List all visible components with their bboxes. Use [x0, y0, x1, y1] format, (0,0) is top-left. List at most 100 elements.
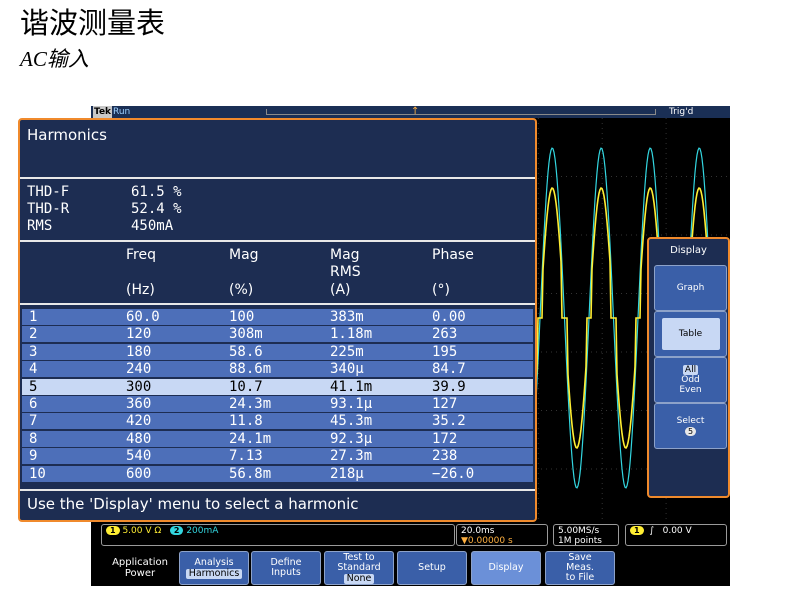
cell-freq: 480: [126, 430, 152, 447]
brand-label: Tek: [93, 106, 113, 118]
channel-readout[interactable]: 1 5.00 V Ω 2 200mA: [101, 524, 455, 546]
divider: [20, 177, 535, 179]
summary-value: 450mA: [131, 218, 174, 234]
cell-phase: 172: [432, 430, 458, 447]
cell-phase: 195: [432, 343, 458, 360]
cell-mag: 24.1m: [229, 430, 272, 447]
table-row[interactable]: 9 540 7.13 27.3m 238: [22, 448, 533, 465]
ch2-badge: 2: [169, 526, 184, 535]
trigger-position-icon: ↑: [411, 106, 420, 117]
cell-index: 7: [29, 413, 38, 430]
col-phase-label: Phase: [432, 247, 474, 263]
acquisition-readout[interactable]: 5.00MS/s 1M points: [553, 524, 619, 546]
record-position-bar: [266, 109, 656, 115]
page-title: 谐波测量表: [20, 6, 166, 40]
timebase-readout[interactable]: 20.0ms ▼0.00000 s: [456, 524, 548, 546]
test-to-standard-button[interactable]: Test to Standard None: [324, 551, 394, 585]
cell-phase: 263: [432, 326, 458, 343]
cell-mag-rms: 383m: [330, 309, 364, 325]
cell-freq: 540: [126, 448, 152, 465]
filter-odd-option: Odd: [681, 375, 700, 385]
cell-mag-rms: 225m: [330, 343, 364, 360]
summary-value: 61.5 %: [131, 184, 182, 200]
table-row[interactable]: 8 480 24.1m 92.3µ 172: [22, 430, 533, 447]
analysis-value: Harmonics: [185, 568, 243, 579]
divider: [20, 303, 535, 305]
run-state: Run: [113, 107, 131, 117]
table-row[interactable]: 2 120 308m 1.18m 263: [22, 326, 533, 343]
table-row[interactable]: 4 240 88.6m 340µ 84.7: [22, 361, 533, 378]
test-line1: Test to: [343, 551, 375, 563]
save-line3: to File: [565, 572, 595, 583]
trigger-ch-badge: 1: [630, 526, 644, 535]
summary-thd-r: THD-R 52.4 %: [27, 201, 182, 218]
table-row[interactable]: 1 60.0 100 383m 0.00: [22, 309, 533, 325]
summary-value: 52.4 %: [131, 201, 182, 217]
filter-even-option: Even: [679, 385, 702, 395]
display-label: Display: [488, 562, 524, 573]
table-row[interactable]: 3 180 58.6 225m 195: [22, 343, 533, 360]
table-row-selected[interactable]: 5 300 10.7 41.1m 39.9: [22, 378, 533, 395]
graph-button[interactable]: Graph: [654, 265, 727, 311]
cell-mag: 10.7: [229, 378, 263, 395]
cell-mag-rms: 93.1µ: [330, 395, 373, 412]
display-side-menu: Display Graph Table All Odd Even Select …: [647, 237, 730, 498]
cell-phase: 127: [432, 395, 458, 412]
display-button[interactable]: Display: [471, 551, 541, 585]
divider: [20, 489, 535, 491]
cell-freq: 360: [126, 395, 152, 412]
trigger-state: Trig'd: [669, 107, 694, 117]
col-magrms-label2: RMS: [330, 264, 361, 280]
cell-phase: 35.2: [432, 413, 466, 430]
select-harmonic-button[interactable]: Select 5: [654, 403, 727, 449]
cell-phase: 238: [432, 448, 458, 465]
col-mag-unit: (%): [229, 282, 254, 298]
table-row[interactable]: 7 420 11.8 45.3m 35.2: [22, 413, 533, 430]
table-button[interactable]: Table: [654, 311, 727, 357]
define-inputs-line2: Inputs: [271, 567, 301, 578]
cell-index: 8: [29, 430, 38, 447]
readout-bar: 1 5.00 V Ω 2 200mA 20.0ms ▼0.00000 s 5.0…: [91, 522, 730, 548]
cell-mag: 308m: [229, 326, 263, 343]
cell-mag: 56.8m: [229, 465, 272, 482]
cell-mag: 88.6m: [229, 361, 272, 378]
cell-index: 9: [29, 448, 38, 465]
cell-mag-rms: 27.3m: [330, 448, 373, 465]
cell-phase: −26.0: [432, 465, 475, 482]
cell-index: 1: [29, 309, 38, 325]
sample-rate: 5.00MS/s: [558, 526, 600, 536]
define-inputs-button[interactable]: Define Inputs: [251, 551, 321, 585]
table-option-selected: Table: [661, 318, 720, 350]
graph-label: Graph: [676, 283, 705, 293]
table-row[interactable]: 6 360 24.3m 93.1µ 127: [22, 395, 533, 412]
cell-mag: 11.8: [229, 413, 263, 430]
col-freq-unit: (Hz): [126, 282, 155, 298]
analysis-button[interactable]: Analysis Harmonics: [179, 551, 249, 585]
panel-hint: Use the 'Display' menu to select a harmo…: [27, 495, 359, 513]
trigger-slope-icon: ∫: [649, 526, 655, 536]
test-value: None: [343, 573, 375, 584]
save-meas-button[interactable]: Save Meas. to File: [545, 551, 615, 585]
ch1-scale: 5.00 V: [122, 526, 152, 536]
cell-freq: 180: [126, 343, 152, 360]
col-phase-unit: (°): [432, 282, 450, 298]
harmonics-panel: Harmonics THD-F 61.5 % THD-R 52.4 % RMS 450…: [18, 118, 537, 522]
cell-mag: 24.3m: [229, 395, 272, 412]
trigger-readout[interactable]: 1 ∫ 0.00 V: [625, 524, 727, 546]
record-length: 1M points: [558, 536, 602, 546]
col-freq-label: Freq: [126, 247, 156, 263]
timebase-offset: ▼0.00000 s: [461, 536, 513, 546]
col-magrms-label: Mag: [330, 247, 360, 263]
cell-index: 6: [29, 395, 38, 412]
page-subtitle: AC输入: [20, 47, 89, 71]
setup-button[interactable]: Setup: [397, 551, 467, 585]
cell-mag-rms: 218µ: [330, 465, 364, 482]
cell-index: 3: [29, 343, 38, 360]
cell-freq: 120: [126, 326, 152, 343]
status-bar: Tek Run ↑ Trig'd: [91, 106, 730, 118]
cell-mag: 7.13: [229, 448, 263, 465]
table-row[interactable]: 10 600 56.8m 218µ −26.0: [22, 465, 533, 482]
setup-label: Setup: [418, 562, 446, 573]
filter-button[interactable]: All Odd Even: [654, 357, 727, 403]
cell-mag: 100: [229, 309, 255, 325]
